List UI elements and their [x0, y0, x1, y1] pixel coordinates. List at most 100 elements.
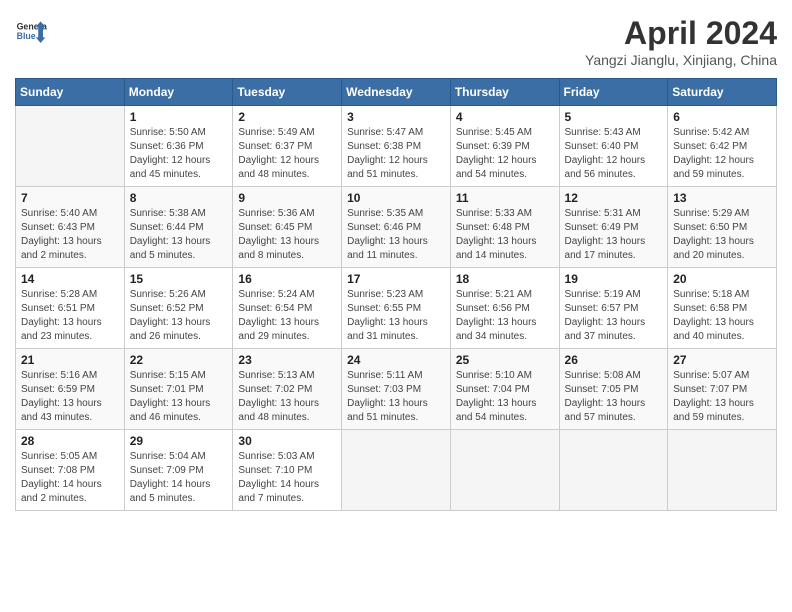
- calendar-cell: [559, 430, 668, 511]
- calendar-cell: 15Sunrise: 5:26 AM Sunset: 6:52 PM Dayli…: [124, 268, 233, 349]
- day-info: Sunrise: 5:50 AM Sunset: 6:36 PM Dayligh…: [130, 126, 228, 182]
- calendar-cell: [342, 430, 451, 511]
- day-info: Sunrise: 5:04 AM Sunset: 7:09 PM Dayligh…: [130, 450, 228, 506]
- calendar-header-row: SundayMondayTuesdayWednesdayThursdayFrid…: [16, 79, 777, 106]
- calendar-cell: 6Sunrise: 5:42 AM Sunset: 6:42 PM Daylig…: [668, 106, 777, 187]
- calendar-cell: 2 Sunrise: 5:49 AM Sunset: 6:37 PM Daylig…: [233, 106, 342, 187]
- page-header: General Blue April 2024 Yangzi Jianglu, …: [15, 15, 777, 68]
- day-info: Sunrise: 5:03 AM Sunset: 7:10 PM Dayligh…: [238, 450, 336, 506]
- day-number: 17: [347, 272, 445, 286]
- calendar-cell: 29 Sunrise: 5:04 AM Sunset: 7:09 PM Dayli…: [124, 430, 233, 511]
- calendar-cell: 7 Sunrise: 5:40 AM Sunset: 6:43 PM Daylig…: [16, 187, 125, 268]
- day-info: Sunrise: 5:21 AM Sunset: 6:56 PM Dayligh…: [456, 288, 554, 344]
- calendar-cell: 5 Sunrise: 5:43 AM Sunset: 6:40 PM Daylig…: [559, 106, 668, 187]
- header-day-wednesday: Wednesday: [342, 79, 451, 106]
- calendar-cell: 21 Sunrise: 5:16 AM Sunset: 6:59 PM Dayli…: [16, 349, 125, 430]
- day-number: 9: [238, 191, 336, 205]
- calendar-cell: 20 Sunrise: 5:18 AM Sunset: 6:58 PM Dayli…: [668, 268, 777, 349]
- day-number: 8: [130, 191, 228, 205]
- day-info: Sunrise: 5:11 AM Sunset: 7:03 PM Dayligh…: [347, 369, 445, 425]
- calendar-cell: [16, 106, 125, 187]
- day-info: Sunrise: 5:23 AM Sunset: 6:55 PM Dayligh…: [347, 288, 445, 344]
- day-number: 28: [21, 434, 119, 448]
- calendar-cell: 1 Sunrise: 5:50 AM Sunset: 6:36 PM Daylig…: [124, 106, 233, 187]
- header-day-saturday: Saturday: [668, 79, 777, 106]
- svg-text:Blue: Blue: [17, 31, 36, 41]
- day-info: Sunrise: 5:19 AM Sunset: 6:57 PM Dayligh…: [565, 288, 663, 344]
- calendar-cell: 18 Sunrise: 5:21 AM Sunset: 6:56 PM Dayli…: [450, 268, 559, 349]
- day-number: 26: [565, 353, 663, 367]
- calendar-cell: 12 Sunrise: 5:31 AM Sunset: 6:49 PM Dayli…: [559, 187, 668, 268]
- calendar-cell: 24 Sunrise: 5:11 AM Sunset: 7:03 PM Dayli…: [342, 349, 451, 430]
- calendar-cell: 17 Sunrise: 5:23 AM Sunset: 6:55 PM Dayli…: [342, 268, 451, 349]
- calendar-cell: 3Sunrise: 5:47 AM Sunset: 6:38 PM Daylig…: [342, 106, 451, 187]
- day-info: Sunrise: 5:47 AM Sunset: 6:38 PM Dayligh…: [347, 126, 445, 182]
- calendar-cell: 25 Sunrise: 5:10 AM Sunset: 7:04 PM Dayli…: [450, 349, 559, 430]
- day-info: Sunrise: 5:40 AM Sunset: 6:43 PM Dayligh…: [21, 207, 119, 263]
- day-number: 14: [21, 272, 119, 286]
- day-info: Sunrise: 5:45 AM Sunset: 6:39 PM Dayligh…: [456, 126, 554, 182]
- calendar-cell: 30 Sunrise: 5:03 AM Sunset: 7:10 PM Dayli…: [233, 430, 342, 511]
- day-number: 4: [456, 110, 554, 124]
- day-info: Sunrise: 5:35 AM Sunset: 6:46 PM Dayligh…: [347, 207, 445, 263]
- day-number: 23: [238, 353, 336, 367]
- day-number: 20: [673, 272, 771, 286]
- day-number: 2: [238, 110, 336, 124]
- day-number: 21: [21, 353, 119, 367]
- calendar-cell: 28 Sunrise: 5:05 AM Sunset: 7:08 PM Dayli…: [16, 430, 125, 511]
- day-number: 22: [130, 353, 228, 367]
- calendar-cell: 11Sunrise: 5:33 AM Sunset: 6:48 PM Dayli…: [450, 187, 559, 268]
- day-info: Sunrise: 5:36 AM Sunset: 6:45 PM Dayligh…: [238, 207, 336, 263]
- calendar-cell: 14 Sunrise: 5:28 AM Sunset: 6:51 PM Dayli…: [16, 268, 125, 349]
- logo: General Blue: [15, 15, 47, 47]
- day-number: 16: [238, 272, 336, 286]
- day-number: 12: [565, 191, 663, 205]
- day-info: Sunrise: 5:49 AM Sunset: 6:37 PM Dayligh…: [238, 126, 336, 182]
- calendar-cell: [668, 430, 777, 511]
- day-number: 24: [347, 353, 445, 367]
- day-info: Sunrise: 5:33 AM Sunset: 6:48 PM Dayligh…: [456, 207, 554, 263]
- day-number: 5: [565, 110, 663, 124]
- calendar-cell: 4 Sunrise: 5:45 AM Sunset: 6:39 PM Daylig…: [450, 106, 559, 187]
- day-info: Sunrise: 5:13 AM Sunset: 7:02 PM Dayligh…: [238, 369, 336, 425]
- day-info: Sunrise: 5:43 AM Sunset: 6:40 PM Dayligh…: [565, 126, 663, 182]
- week-row-3: 14 Sunrise: 5:28 AM Sunset: 6:51 PM Dayli…: [16, 268, 777, 349]
- header-day-sunday: Sunday: [16, 79, 125, 106]
- calendar-cell: 10Sunrise: 5:35 AM Sunset: 6:46 PM Dayli…: [342, 187, 451, 268]
- calendar-cell: 26Sunrise: 5:08 AM Sunset: 7:05 PM Dayli…: [559, 349, 668, 430]
- day-number: 25: [456, 353, 554, 367]
- calendar-cell: 22Sunrise: 5:15 AM Sunset: 7:01 PM Dayli…: [124, 349, 233, 430]
- day-info: Sunrise: 5:18 AM Sunset: 6:58 PM Dayligh…: [673, 288, 771, 344]
- header-day-monday: Monday: [124, 79, 233, 106]
- calendar-cell: 27 Sunrise: 5:07 AM Sunset: 7:07 PM Dayli…: [668, 349, 777, 430]
- calendar-cell: 13Sunrise: 5:29 AM Sunset: 6:50 PM Dayli…: [668, 187, 777, 268]
- header-day-tuesday: Tuesday: [233, 79, 342, 106]
- day-number: 18: [456, 272, 554, 286]
- header-day-friday: Friday: [559, 79, 668, 106]
- week-row-2: 7 Sunrise: 5:40 AM Sunset: 6:43 PM Daylig…: [16, 187, 777, 268]
- day-info: Sunrise: 5:38 AM Sunset: 6:44 PM Dayligh…: [130, 207, 228, 263]
- calendar-cell: [450, 430, 559, 511]
- calendar-cell: 19Sunrise: 5:19 AM Sunset: 6:57 PM Dayli…: [559, 268, 668, 349]
- day-info: Sunrise: 5:05 AM Sunset: 7:08 PM Dayligh…: [21, 450, 119, 506]
- calendar-cell: 8 Sunrise: 5:38 AM Sunset: 6:44 PM Daylig…: [124, 187, 233, 268]
- day-number: 15: [130, 272, 228, 286]
- day-number: 30: [238, 434, 336, 448]
- week-row-1: 1 Sunrise: 5:50 AM Sunset: 6:36 PM Daylig…: [16, 106, 777, 187]
- week-row-4: 21 Sunrise: 5:16 AM Sunset: 6:59 PM Dayli…: [16, 349, 777, 430]
- day-number: 7: [21, 191, 119, 205]
- day-info: Sunrise: 5:16 AM Sunset: 6:59 PM Dayligh…: [21, 369, 119, 425]
- day-info: Sunrise: 5:28 AM Sunset: 6:51 PM Dayligh…: [21, 288, 119, 344]
- day-info: Sunrise: 5:10 AM Sunset: 7:04 PM Dayligh…: [456, 369, 554, 425]
- day-info: Sunrise: 5:07 AM Sunset: 7:07 PM Dayligh…: [673, 369, 771, 425]
- day-number: 13: [673, 191, 771, 205]
- day-number: 29: [130, 434, 228, 448]
- location-title: Yangzi Jianglu, Xinjiang, China: [585, 52, 777, 68]
- calendar-table: SundayMondayTuesdayWednesdayThursdayFrid…: [15, 78, 777, 511]
- calendar-cell: 16 Sunrise: 5:24 AM Sunset: 6:54 PM Dayli…: [233, 268, 342, 349]
- day-info: Sunrise: 5:42 AM Sunset: 6:42 PM Dayligh…: [673, 126, 771, 182]
- day-number: 1: [130, 110, 228, 124]
- day-info: Sunrise: 5:31 AM Sunset: 6:49 PM Dayligh…: [565, 207, 663, 263]
- day-number: 27: [673, 353, 771, 367]
- day-info: Sunrise: 5:24 AM Sunset: 6:54 PM Dayligh…: [238, 288, 336, 344]
